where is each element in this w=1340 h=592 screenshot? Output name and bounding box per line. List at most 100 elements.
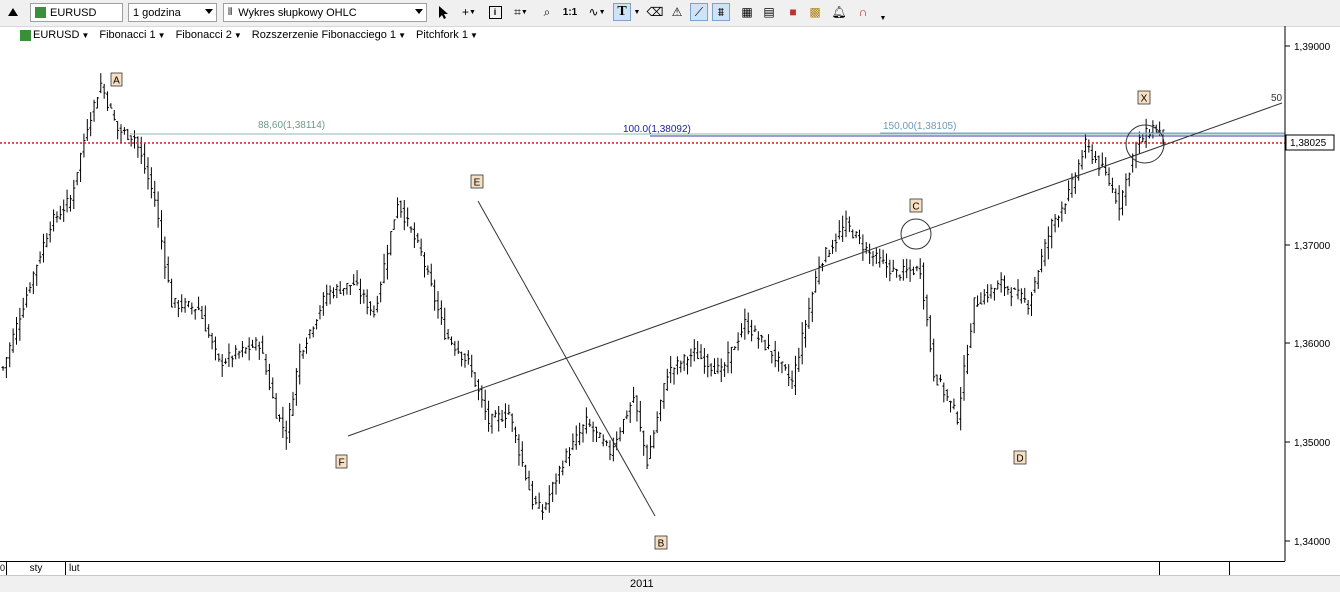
- ohlc-bar: [1127, 172, 1131, 187]
- ohlc-bar: [362, 289, 366, 304]
- chart-style-icon[interactable]: ▩: [806, 3, 824, 21]
- wave-label-f[interactable]: F: [338, 458, 344, 469]
- ohlc-bar: [652, 430, 656, 449]
- ohlc-bars: [1, 73, 1165, 520]
- ohlc-bar: [264, 353, 268, 375]
- ohlc-bar: [571, 433, 575, 451]
- wave-label-e[interactable]: E: [474, 178, 481, 189]
- alert-icon[interactable]: ⚠: [668, 3, 686, 21]
- ohlc-bar: [1080, 149, 1084, 170]
- ohlc-bar: [439, 300, 443, 325]
- line-studies-icon[interactable]: ⌗ ▼: [508, 3, 534, 21]
- timeframe-select[interactable]: 1 godzina: [128, 3, 217, 22]
- wave-tool-icon[interactable]: ∿ ▼: [584, 3, 610, 21]
- marker-circle-x[interactable]: [1125, 124, 1165, 164]
- price-chart[interactable]: 88,60(1,38114) 100.0(1,38092) 150,00(1,3…: [0, 26, 1340, 561]
- ohlc-bar: [166, 256, 170, 283]
- toolbar-overflow-icon[interactable]: ▼: [878, 13, 888, 23]
- ohlc-bar: [918, 258, 922, 279]
- ohlc-bar: [261, 335, 265, 354]
- ohlc-bar: [348, 285, 352, 296]
- ohlc-bar: [1097, 155, 1101, 176]
- ohlc-bar: [487, 400, 491, 432]
- fibonacci-tool-icon[interactable]: ⩩: [712, 3, 730, 21]
- ohlc-bar: [493, 410, 497, 418]
- ohlc-bar: [827, 249, 831, 258]
- color-icon[interactable]: ■: [784, 3, 802, 21]
- ohlc-bar: [719, 358, 723, 383]
- ohlc-bar: [969, 323, 973, 349]
- ohlc-bar: [396, 197, 400, 219]
- ohlc-bar: [21, 297, 25, 318]
- ohlc-bar: [230, 355, 234, 368]
- ohlc-bar: [197, 296, 201, 311]
- ohlc-bar: [399, 200, 403, 218]
- ohlc-bar: [456, 340, 460, 355]
- symbol-combo[interactable]: EURUSD: [30, 3, 123, 22]
- ohlc-bar: [551, 481, 555, 502]
- time-axis[interactable]: 0 sty lut: [0, 561, 1285, 576]
- template-icon[interactable]: ▤: [760, 3, 778, 21]
- ohlc-bar: [925, 294, 929, 327]
- ohlc-bar: [1060, 201, 1064, 222]
- collapse-arrow-icon[interactable]: [4, 3, 22, 21]
- price-axis[interactable]: 1,39000 1,37000 1,36000 1,35000 1,34000 …: [1285, 42, 1335, 548]
- ohlc-bar: [733, 346, 737, 350]
- indicator-icon[interactable]: ▦: [738, 3, 756, 21]
- year-label: 2011: [630, 578, 654, 590]
- chevron-down-icon[interactable]: ▼: [632, 3, 642, 21]
- ohlc-bar: [1083, 133, 1087, 159]
- trend-line-e-b[interactable]: [477, 200, 656, 517]
- ohlc-bar: [372, 305, 376, 318]
- ohlc-bar: [433, 279, 437, 311]
- bell-icon[interactable]: 🔔︎: [830, 3, 848, 21]
- text-tool-button[interactable]: T: [613, 3, 631, 21]
- ohlc-bar: [240, 341, 244, 358]
- ohlc-bar: [935, 374, 939, 386]
- pitchfork-median-line[interactable]: [347, 102, 1283, 437]
- ohlc-bar: [675, 356, 679, 375]
- eraser-icon[interactable]: ⌫: [646, 3, 664, 21]
- zoom-icon[interactable]: ⌕: [538, 3, 556, 21]
- ohlc-bar: [655, 411, 659, 434]
- ohlc-bar: [746, 312, 750, 335]
- ohlc-bar: [426, 265, 430, 275]
- ohlc-bar: [989, 284, 993, 299]
- ohlc-bar: [163, 236, 167, 279]
- ohlc-bar: [1050, 218, 1054, 249]
- ohlc-bar: [783, 364, 787, 371]
- ratio-label: 1:1: [562, 6, 578, 18]
- ohlc-bar: [938, 374, 942, 383]
- ohlc-bar: [389, 231, 393, 256]
- ohlc-bar: [692, 339, 696, 362]
- wave-label-b[interactable]: B: [658, 539, 665, 550]
- ohlc-bar: [38, 251, 42, 264]
- info-tool-icon[interactable]: i: [486, 3, 504, 21]
- ohlc-bar: [544, 501, 548, 511]
- ohlc-bar: [1016, 279, 1020, 300]
- magnet-icon[interactable]: ∩: [854, 3, 872, 21]
- month-cell: lut: [66, 562, 1160, 576]
- cursor-tool-icon[interactable]: [434, 3, 452, 21]
- chart-type-select[interactable]: ⫴ Wykres słupkowy OHLC: [223, 3, 427, 22]
- ohlc-bar: [962, 355, 966, 401]
- ratio-button[interactable]: 1:1: [560, 3, 580, 21]
- ohlc-bar: [1107, 167, 1111, 186]
- ohlc-bar: [530, 480, 534, 510]
- price-tick: 1,36000: [1294, 339, 1331, 350]
- crosshair-tool-icon[interactable]: + ▼: [456, 3, 482, 21]
- ohlc-bar: [507, 404, 511, 415]
- ohlc-bar: [1023, 287, 1027, 303]
- ohlc-bar: [689, 348, 693, 367]
- ohlc-bar: [409, 226, 413, 233]
- ohlc-bar: [800, 322, 804, 365]
- ohlc-bar: [176, 300, 180, 318]
- ohlc-bar: [861, 234, 865, 261]
- wave-label-c[interactable]: C: [912, 202, 919, 213]
- wave-label-a[interactable]: A: [113, 76, 120, 87]
- wave-label-d[interactable]: D: [1016, 454, 1023, 465]
- ohlc-bar: [473, 372, 477, 388]
- wave-label-x[interactable]: X: [1141, 94, 1148, 105]
- ohlc-bar: [338, 281, 342, 295]
- trendline-tool-icon[interactable]: ⟋: [690, 3, 708, 21]
